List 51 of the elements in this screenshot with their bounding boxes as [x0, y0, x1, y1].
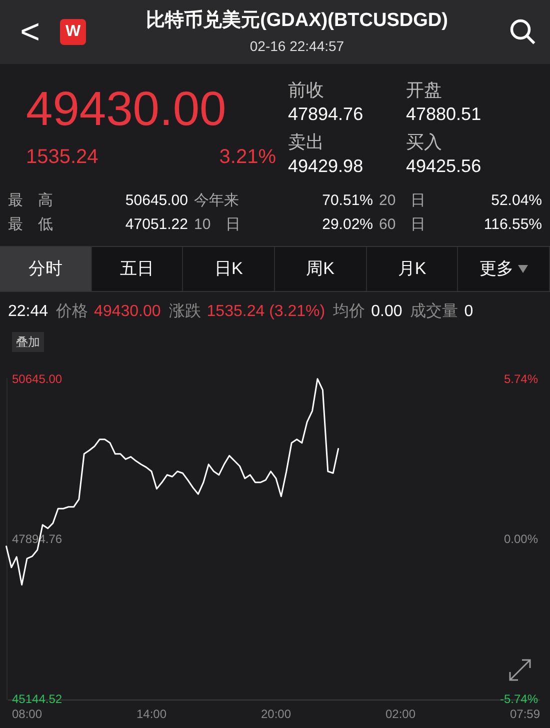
x-tick-label: 02:00 — [385, 707, 416, 720]
overlay-button[interactable]: 叠加 — [12, 332, 44, 352]
x-tick-label: 14:00 — [136, 707, 167, 720]
percent-tick-label: 0.00% — [504, 532, 538, 546]
range-value: 70.51% — [321, 191, 373, 211]
range-value: 50645.00 — [124, 191, 188, 211]
info-time: 22:44 — [8, 302, 48, 322]
range-label: 60 日 — [379, 215, 427, 235]
info-value: 0 — [464, 302, 474, 322]
range-label: 最 低 — [8, 215, 54, 235]
last-price: 49430.00 — [26, 82, 228, 138]
stat-label: 买入 — [406, 131, 443, 154]
range-value: 29.02% — [321, 215, 373, 235]
y-tick-label: 50645.00 — [12, 372, 62, 386]
back-button[interactable]: < — [12, 15, 48, 49]
stat-value: 49429.98 — [288, 155, 364, 178]
stat-value: 47880.51 — [406, 103, 482, 126]
info-value: 49430.00 — [94, 302, 161, 322]
info-label: 成交量 — [410, 302, 458, 322]
range-value: 52.04% — [490, 191, 542, 211]
stat-value: 49425.56 — [406, 155, 482, 178]
x-tick-label: 20:00 — [260, 707, 292, 720]
x-tick-label: 08:00 — [12, 707, 42, 720]
expand-icon[interactable] — [509, 659, 531, 681]
stat-label: 开盘 — [406, 79, 443, 102]
search-icon[interactable] — [508, 17, 538, 47]
info-value: 0.00 — [371, 302, 402, 322]
info-label: 均价 — [333, 302, 366, 322]
range-value: 47051.22 — [124, 215, 188, 235]
percent-tick-label: 5.74% — [504, 372, 538, 386]
range-value: 116.55% — [482, 215, 542, 235]
percent-tick-label: -5.74% — [500, 692, 538, 706]
range-label: 10 日 — [194, 215, 242, 235]
page-title: 比特币兑美元(GDAX)(BTCUSDGD) — [146, 8, 448, 34]
x-tick-label: 07:59 — [510, 707, 540, 720]
range-label: 今年来 — [194, 191, 240, 211]
y-tick-label: 45144.52 — [12, 692, 62, 706]
range-label: 20 日 — [379, 191, 427, 211]
caret-icon — [518, 265, 528, 273]
price-change: 1535.24 — [26, 145, 98, 170]
period-tab[interactable]: 分时 — [0, 247, 92, 291]
app-logo: W — [60, 19, 86, 45]
timestamp: 02-16 22:44:57 — [250, 36, 344, 56]
stat-label: 前收 — [288, 79, 325, 102]
percent-change: 3.21% — [219, 145, 276, 170]
stat-label: 卖出 — [288, 131, 325, 154]
info-label: 涨跌 — [168, 302, 201, 322]
info-label: 价格 — [56, 302, 88, 322]
info-value: 1535.24 (3.21%) — [206, 302, 326, 322]
stat-value: 47894.76 — [288, 103, 364, 126]
range-label: 最 高 — [8, 191, 54, 211]
